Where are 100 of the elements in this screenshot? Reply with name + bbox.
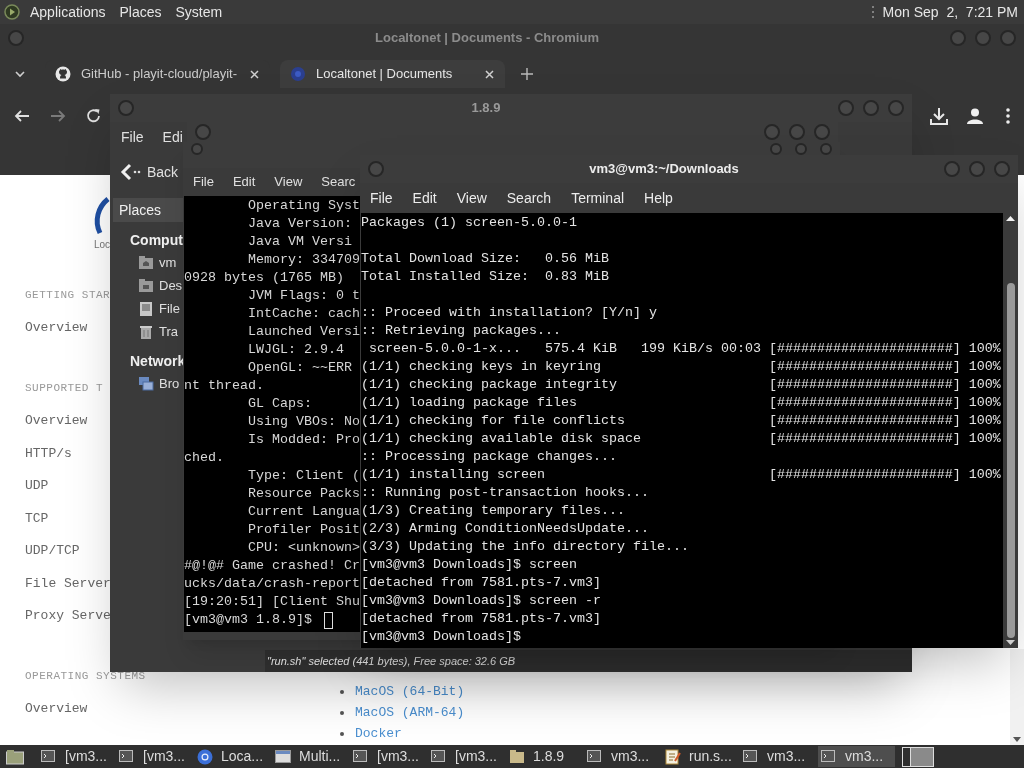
scrollbar[interactable] — [1003, 213, 1018, 648]
nav-link[interactable]: Proxy Serve — [25, 606, 111, 626]
terminal-line: Resource Packs — [248, 485, 360, 503]
terminal-line: (1/1) checking for file conflicts [######################] 100% — [361, 412, 1002, 430]
terminal-line: Packages (1) screen-5.0.0-1 — [361, 214, 578, 232]
scroll-thumb[interactable] — [1006, 283, 1015, 638]
window-control-button[interactable] — [814, 124, 830, 140]
back-icon[interactable] — [14, 108, 30, 124]
window-control-button[interactable] — [820, 143, 832, 155]
terminal-line: [vm3@vm3 1.8.9]$ — [184, 611, 312, 629]
window-control-button[interactable] — [994, 161, 1010, 177]
window-control-button[interactable] — [950, 30, 966, 46]
window-control-button[interactable] — [795, 143, 807, 155]
sidebar-heading: Network — [130, 351, 186, 371]
folder-icon — [138, 254, 154, 271]
taskbar-button[interactable]: vm3... — [818, 746, 895, 767]
window-control-button[interactable] — [368, 161, 384, 177]
menu-item[interactable]: Edit — [232, 172, 256, 192]
tab-list-icon[interactable] — [14, 68, 26, 80]
profile-icon[interactable] — [966, 107, 984, 125]
terminal-line: LWJGL: 2.9.4 — [248, 341, 344, 359]
window-control-button[interactable] — [191, 143, 203, 155]
nav-link[interactable]: File Server — [25, 573, 111, 593]
menu-item[interactable]: Searc — [321, 172, 356, 192]
menu-item[interactable]: View — [274, 172, 303, 192]
doc-link[interactable]: MacOS (ARM-64) — [355, 702, 465, 723]
doc-link[interactable]: Docker — [355, 723, 402, 744]
menu-item[interactable]: Edit — [412, 187, 437, 209]
window-control-button[interactable] — [8, 30, 24, 46]
menu-item[interactable]: Terminal — [571, 187, 625, 209]
window-control-button[interactable] — [764, 124, 780, 140]
window-control-button[interactable] — [770, 143, 782, 155]
notepad-icon — [665, 748, 681, 765]
sidebar-item[interactable]: File — [159, 298, 180, 319]
folder-icon — [138, 277, 154, 294]
nav-link[interactable]: Overview — [25, 699, 88, 719]
window-control-button[interactable] — [969, 161, 985, 177]
close-icon[interactable] — [484, 68, 495, 80]
terminal-icon — [431, 748, 447, 765]
panel-handle-icon — [870, 4, 875, 20]
window-control-button[interactable] — [888, 100, 904, 116]
sidebar-item[interactable]: vm — [159, 252, 177, 273]
nav-link[interactable]: UDP/TCP — [25, 541, 80, 561]
close-icon[interactable] — [249, 68, 260, 80]
terminal-line: JVM Flags: 0 t — [248, 287, 360, 305]
window-control-button[interactable] — [1000, 30, 1016, 46]
folder-icon — [509, 748, 525, 765]
window-control-button[interactable] — [838, 100, 854, 116]
window-control-button[interactable] — [863, 100, 879, 116]
browser-icon — [197, 748, 213, 765]
more-menu-icon[interactable] — [1006, 107, 1010, 125]
terminal-line: :: Retrieving packages... — [361, 322, 562, 340]
window-control-button[interactable] — [195, 124, 211, 140]
sidebar-item[interactable]: Bro — [159, 373, 180, 394]
terminal-line: OpenGL: ~~ERR — [248, 359, 352, 377]
nav-link[interactable]: UDP — [25, 476, 49, 496]
window-control-button[interactable] — [975, 30, 991, 46]
terminal-line: (1/1) loading package files [######################] 100% — [361, 394, 1002, 412]
nav-heading: GETTING STAR — [25, 288, 111, 303]
workspace-switcher[interactable] — [902, 746, 934, 767]
bullet-icon — [340, 710, 344, 715]
terminal-line: (3/3) Updating the info directory file... — [361, 538, 690, 556]
menu-item[interactable]: File — [121, 126, 144, 148]
sidebar-heading: Comput — [130, 230, 183, 250]
window-control-button[interactable] — [118, 100, 134, 116]
bullet-icon — [340, 731, 344, 736]
terminal-line: 0928 bytes (1765 MB) — [184, 269, 344, 287]
sidebar-item[interactable]: Tra — [159, 321, 179, 342]
nav-link[interactable]: TCP — [25, 508, 49, 528]
menu-item[interactable]: Help — [644, 187, 673, 209]
scroll-down-icon[interactable] — [1013, 737, 1021, 742]
terminal-line: Total Download Size: 0.56 MiB — [361, 250, 610, 268]
panel-menu[interactable]: System — [175, 1, 223, 23]
sidebar-item[interactable]: Des — [159, 275, 183, 296]
browser-tab[interactable]: Localtonet | Documents — [280, 60, 505, 88]
download-icon[interactable] — [930, 107, 948, 125]
window-control-button[interactable] — [789, 124, 805, 140]
places-dropdown[interactable]: Places — [113, 198, 183, 222]
window-control-button[interactable] — [944, 161, 960, 177]
panel-menu[interactable]: Applications — [30, 1, 106, 23]
clock[interactable]: Mon Sep 2, 7:21 PM — [882, 1, 1018, 23]
panel-menu[interactable]: Places — [119, 1, 162, 23]
new-tab-icon[interactable] — [521, 68, 533, 80]
terminal-line: CPU: <unknown> — [248, 539, 360, 557]
menu-item[interactable]: Search — [506, 187, 552, 209]
nav-link[interactable]: Overview — [25, 318, 88, 338]
reload-icon[interactable] — [86, 108, 102, 124]
app-menu-icon[interactable] — [4, 4, 20, 20]
scrollbar[interactable] — [1010, 649, 1024, 745]
terminal-line: :: Processing package changes... — [361, 448, 618, 466]
menu-item[interactable]: View — [456, 187, 487, 209]
nav-link[interactable]: HTTP/s — [25, 443, 72, 463]
site-favicon-icon — [290, 66, 306, 82]
scroll-down-icon[interactable] — [1006, 640, 1015, 645]
menu-item[interactable]: File — [193, 172, 214, 192]
scroll-up-icon[interactable] — [1006, 216, 1015, 221]
back-button[interactable]: Back — [110, 158, 183, 186]
menu-item[interactable]: File — [370, 187, 393, 209]
menu-item[interactable]: Edi — [162, 126, 183, 148]
nav-link[interactable]: Overview — [25, 411, 88, 431]
